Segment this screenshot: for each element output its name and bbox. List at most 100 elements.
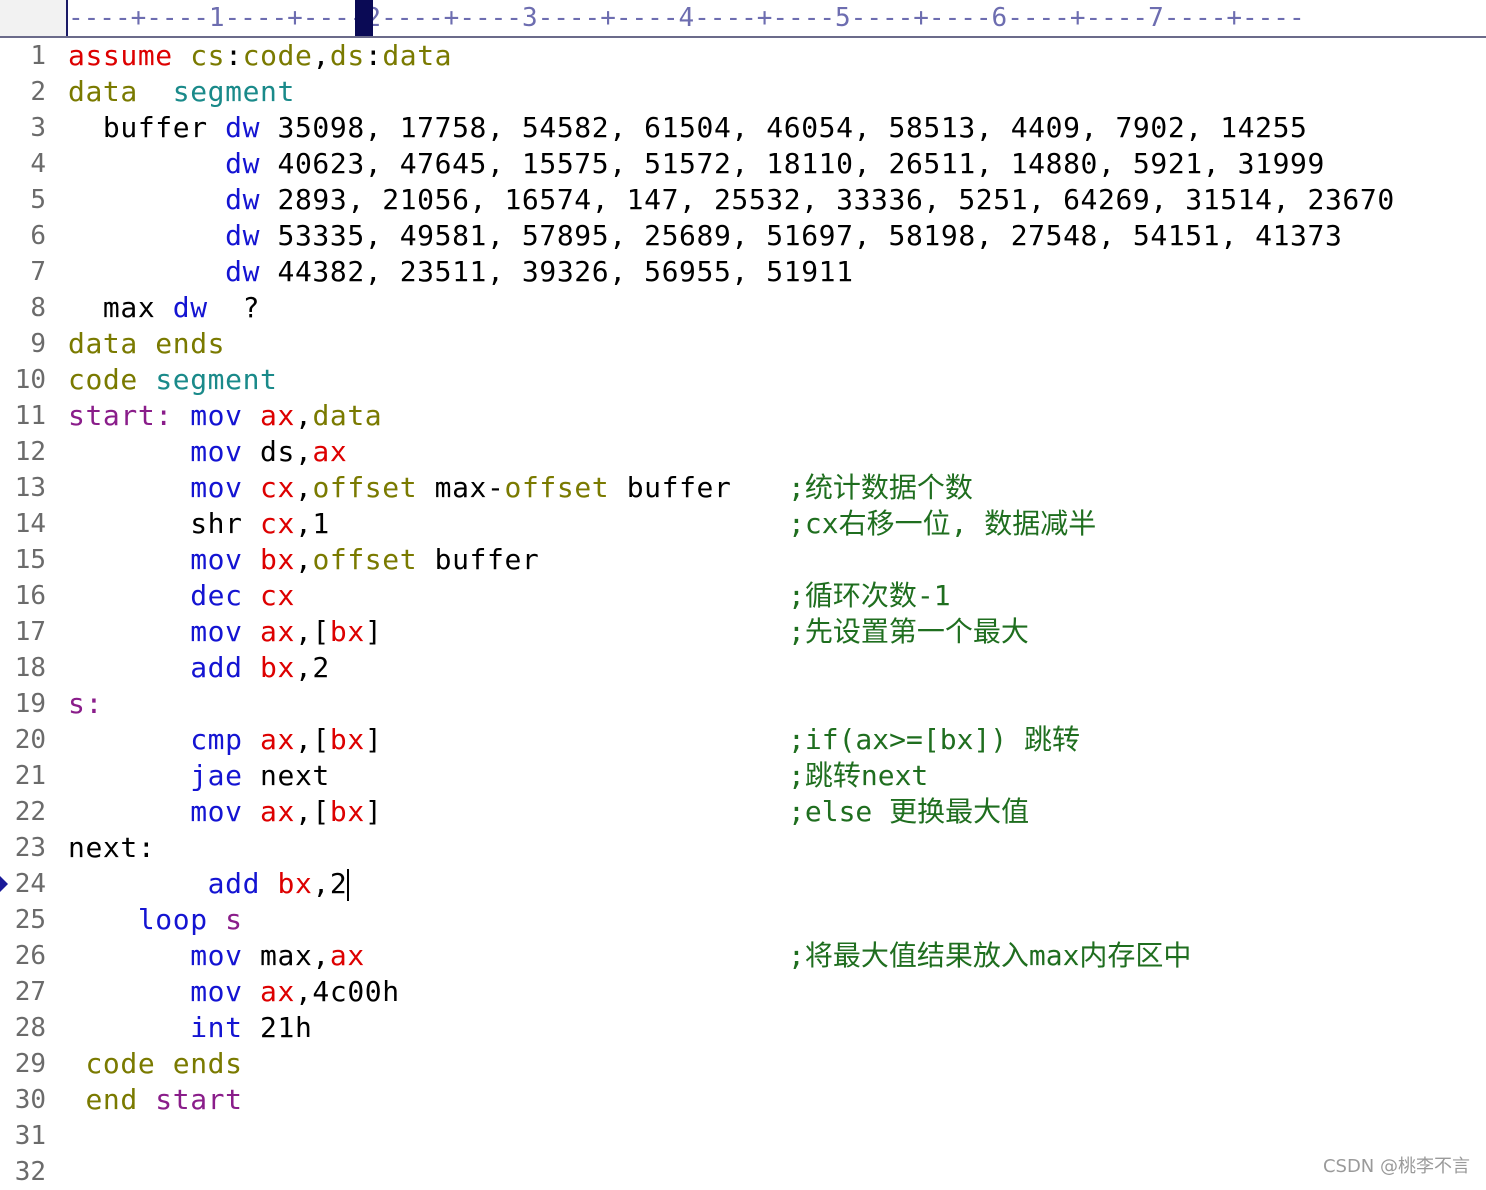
- code-token: ,[: [294, 615, 330, 648]
- code-text[interactable]: data segment: [68, 74, 295, 110]
- code-line[interactable]: 15 mov bx,offset buffer: [0, 542, 1486, 578]
- code-line[interactable]: 24 add bx,2: [0, 866, 1486, 902]
- code-line[interactable]: 31: [0, 1118, 1486, 1154]
- code-text[interactable]: add bx,2: [68, 866, 350, 902]
- code-text[interactable]: s:: [68, 686, 103, 722]
- code-text[interactable]: start: mov ax,data: [68, 398, 382, 434]
- code-text[interactable]: shr cx,1: [68, 506, 330, 542]
- line-number: 5: [30, 185, 46, 215]
- code-line[interactable]: 22 mov ax,[bx] ;else 更换最大值: [0, 794, 1486, 830]
- line-number: 14: [14, 509, 46, 539]
- code-token: buffer: [68, 111, 226, 144]
- code-token: end: [68, 1083, 156, 1116]
- code-text[interactable]: next:: [68, 830, 155, 866]
- code-token: 40623, 47645, 15575, 51572, 18110, 26511…: [260, 147, 1325, 180]
- line-number: 11: [14, 401, 46, 431]
- code-text[interactable]: mov bx,offset buffer: [68, 542, 539, 578]
- code-text[interactable]: dec cx: [68, 578, 295, 614]
- code-line[interactable]: 27 mov ax,4c00h: [0, 974, 1486, 1010]
- code-line[interactable]: 14 shr cx,1 ;cx右移一位, 数据减半: [0, 506, 1486, 542]
- code-line[interactable]: 18 add bx,2: [0, 650, 1486, 686]
- code-line[interactable]: 12 mov ds,ax: [0, 434, 1486, 470]
- code-line[interactable]: 5 dw 2893, 21056, 16574, 147, 25532, 333…: [0, 182, 1486, 218]
- code-token: ]: [364, 615, 383, 648]
- code-line[interactable]: 13 mov cx,offset max-offset buffer ;统计数据个…: [0, 470, 1486, 506]
- line-number: 13: [14, 473, 46, 503]
- ruler-caret-marker[interactable]: [355, 0, 373, 36]
- text-cursor: [347, 869, 350, 901]
- code-text[interactable]: code ends: [68, 1046, 243, 1082]
- line-number: 22: [14, 797, 46, 827]
- code-text[interactable]: buffer dw 35098, 17758, 54582, 61504, 46…: [68, 110, 1308, 146]
- code-token: dw: [225, 219, 261, 252]
- code-text[interactable]: jae next: [68, 758, 330, 794]
- code-line[interactable]: 21 jae next ;跳转next: [0, 758, 1486, 794]
- code-line[interactable]: 1 assume cs:code,ds:data: [0, 38, 1486, 74]
- line-number: 3: [30, 113, 46, 143]
- line-number: 10: [14, 365, 46, 395]
- code-line[interactable]: 9 data ends: [0, 326, 1486, 362]
- code-token: next: [242, 759, 330, 792]
- code-text[interactable]: max dw ?: [68, 290, 260, 326]
- code-text[interactable]: mov ax,[bx]: [68, 614, 382, 650]
- code-line[interactable]: 6 dw 53335, 49581, 57895, 25689, 51697, …: [0, 218, 1486, 254]
- code-text[interactable]: end start: [68, 1082, 243, 1118]
- code-token: data ends: [68, 327, 226, 360]
- code-line[interactable]: 4 dw 40623, 47645, 15575, 51572, 18110, …: [0, 146, 1486, 182]
- code-line[interactable]: 30 end start: [0, 1082, 1486, 1118]
- code-text[interactable]: dw 40623, 47645, 15575, 51572, 18110, 26…: [68, 146, 1325, 182]
- code-text[interactable]: data ends: [68, 326, 225, 362]
- code-text[interactable]: cmp ax,[bx]: [68, 722, 382, 758]
- code-token: cx: [260, 471, 295, 504]
- code-token: ,: [294, 471, 313, 504]
- code-token: ax: [329, 939, 365, 972]
- code-text[interactable]: code segment: [68, 362, 278, 398]
- code-text[interactable]: mov cx,offset max-offset buffer: [68, 470, 731, 506]
- code-line[interactable]: 16 dec cx ;循环次数-1: [0, 578, 1486, 614]
- code-token: add: [207, 867, 261, 900]
- code-line[interactable]: 10 code segment: [0, 362, 1486, 398]
- code-line[interactable]: 8 max dw ?: [0, 290, 1486, 326]
- code-text[interactable]: dw 2893, 21056, 16574, 147, 25532, 33336…: [68, 182, 1395, 218]
- code-line[interactable]: 2 data segment: [0, 74, 1486, 110]
- line-number: 17: [14, 617, 46, 647]
- code-text[interactable]: dw 44382, 23511, 39326, 56955, 51911: [68, 254, 854, 290]
- code-line[interactable]: 7 dw 44382, 23511, 39326, 56955, 51911: [0, 254, 1486, 290]
- code-line[interactable]: 23 next:: [0, 830, 1486, 866]
- code-comment: ;循环次数-1: [788, 579, 951, 612]
- code-editor[interactable]: 1 assume cs:code,ds:data 2 data segment 3 bu…: [0, 38, 1486, 1187]
- code-line[interactable]: 26 mov max,ax ;将最大值结果放入max内存区中: [0, 938, 1486, 974]
- line-number: 15: [14, 545, 46, 575]
- code-line[interactable]: 29 code ends: [0, 1046, 1486, 1082]
- code-line[interactable]: 19 s:: [0, 686, 1486, 722]
- code-token: dw: [225, 255, 261, 288]
- code-line[interactable]: 25 loop s: [0, 902, 1486, 938]
- code-text[interactable]: dw 53335, 49581, 57895, 25689, 51697, 58…: [68, 218, 1342, 254]
- code-token: mov: [190, 543, 243, 576]
- code-text[interactable]: mov ax,[bx]: [68, 794, 382, 830]
- code-line[interactable]: 28 int 21h: [0, 1010, 1486, 1046]
- code-line[interactable]: 11 start: mov ax,data: [0, 398, 1486, 434]
- code-line[interactable]: 20 cmp ax,[bx] ;if(ax>=[bx]) 跳转: [0, 722, 1486, 758]
- code-token: ds,: [242, 435, 313, 468]
- code-text[interactable]: int 21h: [68, 1010, 312, 1046]
- code-token: start:: [68, 399, 191, 432]
- code-text[interactable]: mov max,ax: [68, 938, 365, 974]
- code-text[interactable]: mov ax,4c00h: [68, 974, 400, 1010]
- code-token: mov: [190, 939, 243, 972]
- code-text[interactable]: add bx,2: [68, 650, 330, 686]
- code-line[interactable]: 3 buffer dw 35098, 17758, 54582, 61504, …: [0, 110, 1486, 146]
- code-text[interactable]: mov ds,ax: [68, 434, 347, 470]
- code-line[interactable]: 32: [0, 1154, 1486, 1190]
- code-line[interactable]: 17 mov ax,[bx] ;先设置第一个最大: [0, 614, 1486, 650]
- code-text[interactable]: loop s: [68, 902, 243, 938]
- code-text[interactable]: assume cs:code,ds:data: [68, 38, 452, 74]
